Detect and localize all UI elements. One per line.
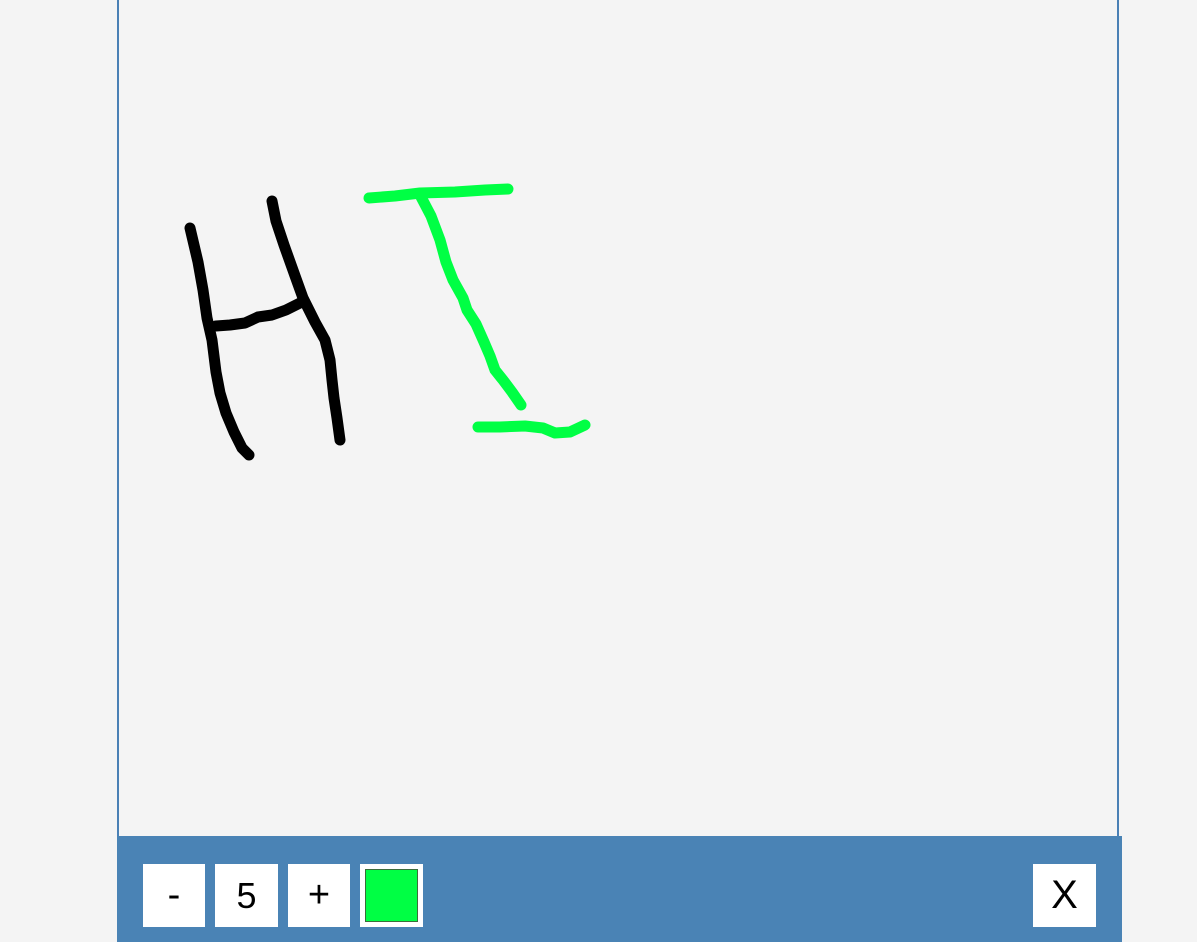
color-picker-button[interactable]	[360, 864, 423, 927]
drawing-app: - 5 + X	[0, 0, 1197, 942]
close-button[interactable]: X	[1033, 864, 1096, 927]
bottom-toolbar: - 5 + X	[117, 836, 1122, 942]
drawing-canvas[interactable]	[117, 0, 1119, 836]
decrease-size-button[interactable]: -	[143, 864, 205, 927]
increase-size-button[interactable]: +	[288, 864, 350, 927]
brush-size-display: 5	[215, 864, 278, 927]
selected-color-swatch	[365, 869, 418, 922]
